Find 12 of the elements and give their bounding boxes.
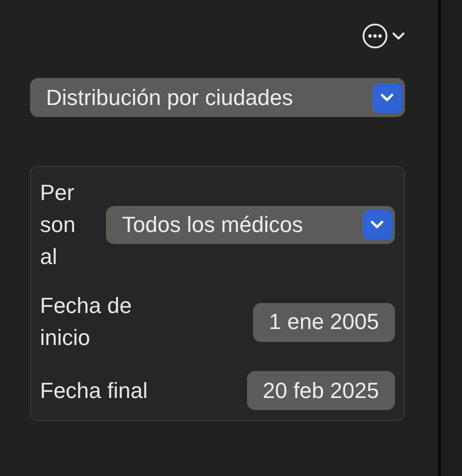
field-label: Fecha de inicio [40,292,133,352]
personnel-popup-button[interactable]: Todos los médicos [106,206,395,244]
date-button[interactable]: 1 ene 2005 [252,302,395,342]
view-popup-button[interactable]: Distribución por ciudades [30,78,405,117]
chevron-down-icon [392,32,405,40]
field-label: Personal [40,179,76,271]
field-label: Fecha final [40,376,149,404]
more-menu-button[interactable] [362,23,405,49]
chevron-down-icon [362,210,392,240]
chevron-down-icon [372,82,402,112]
ellipsis-circle-icon [362,23,388,49]
date-button[interactable]: 20 feb 2025 [246,371,395,410]
